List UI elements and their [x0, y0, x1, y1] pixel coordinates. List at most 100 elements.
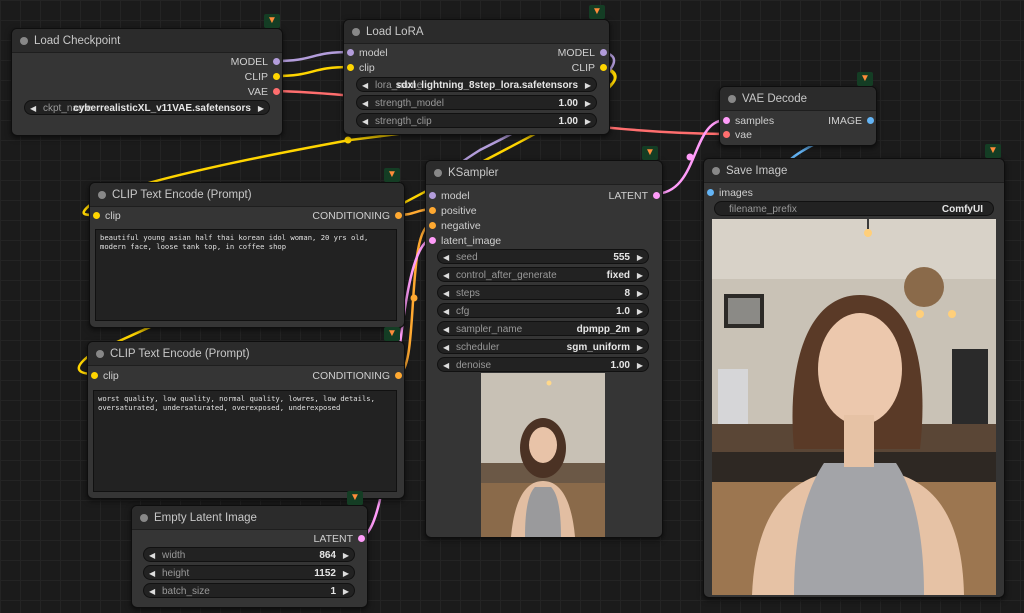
input-clip[interactable]: clip: [93, 209, 121, 223]
arrow-right-icon[interactable]: ▶: [343, 566, 349, 581]
arrow-left-icon[interactable]: ◀: [443, 322, 449, 337]
socket-dot-icon[interactable]: [707, 189, 714, 196]
arrow-right-icon[interactable]: ▶: [637, 286, 643, 301]
prompt-textarea[interactable]: worst quality, low quality, normal quali…: [93, 390, 397, 492]
lora-name-widget[interactable]: ◀ lora_name sdxl_lightning_8step_lora.safe…: [356, 77, 597, 92]
node-title[interactable]: Empty Latent Image: [132, 506, 367, 530]
collapse-dot-icon[interactable]: [352, 28, 360, 36]
arrow-left-icon[interactable]: ◀: [443, 268, 449, 283]
arrow-right-icon[interactable]: ▶: [585, 114, 591, 129]
sampler-name-widget[interactable]: ◀ sampler_name dpmpp_2m ▶: [437, 321, 649, 336]
arrow-left-icon[interactable]: ◀: [30, 101, 36, 116]
socket-dot-icon[interactable]: [395, 212, 402, 219]
arrow-left-icon[interactable]: ◀: [443, 286, 449, 301]
node-title[interactable]: Save Image: [704, 159, 1004, 183]
batch-size-widget[interactable]: ◀ batch_size 1 ▶: [143, 583, 355, 598]
output-vae[interactable]: VAE: [248, 85, 280, 99]
arrow-right-icon[interactable]: ▶: [637, 358, 643, 373]
arrow-right-icon[interactable]: ▶: [343, 584, 349, 599]
node-title[interactable]: CLIP Text Encode (Prompt): [88, 342, 404, 366]
arrow-left-icon[interactable]: ◀: [362, 78, 368, 93]
input-model[interactable]: model: [429, 189, 470, 203]
seed-widget[interactable]: ◀ seed 555 ▶: [437, 249, 649, 264]
socket-dot-icon[interactable]: [429, 192, 436, 199]
output-clip[interactable]: CLIP: [572, 61, 607, 75]
socket-dot-icon[interactable]: [347, 64, 354, 71]
arrow-left-icon[interactable]: ◀: [443, 250, 449, 265]
node-title[interactable]: CLIP Text Encode (Prompt): [90, 183, 404, 207]
node-title[interactable]: Load LoRA: [344, 20, 609, 44]
node-title[interactable]: KSampler: [426, 161, 662, 185]
input-positive[interactable]: positive: [429, 204, 477, 218]
arrow-right-icon[interactable]: ▶: [637, 340, 643, 355]
socket-dot-icon[interactable]: [429, 222, 436, 229]
prompt-textarea[interactable]: beautiful young asian half thai korean i…: [95, 229, 397, 321]
node-empty-latent-image[interactable]: Empty Latent Image LATENT ◀ width 864 ▶ ◀ he…: [131, 505, 368, 608]
width-widget[interactable]: ◀ width 864 ▶: [143, 547, 355, 562]
collapse-dot-icon[interactable]: [20, 37, 28, 45]
arrow-left-icon[interactable]: ◀: [443, 304, 449, 319]
strength-clip-widget[interactable]: ◀ strength_clip 1.00 ▶: [356, 113, 597, 128]
input-images[interactable]: images: [707, 186, 753, 200]
input-latent-image[interactable]: latent_image: [429, 234, 501, 248]
socket-dot-icon[interactable]: [273, 88, 280, 95]
node-load-lora[interactable]: Load LoRA model clip MODEL CLIP ◀ lora_na…: [343, 19, 610, 135]
denoise-widget[interactable]: ◀ denoise 1.00 ▶: [437, 357, 649, 372]
collapse-dot-icon[interactable]: [98, 191, 106, 199]
control-after-generate-widget[interactable]: ◀ control_after_generate fixed ▶: [437, 267, 649, 282]
arrow-left-icon[interactable]: ◀: [149, 566, 155, 581]
arrow-left-icon[interactable]: ◀: [362, 96, 368, 111]
input-model[interactable]: model: [347, 46, 388, 60]
strength-model-widget[interactable]: ◀ strength_model 1.00 ▶: [356, 95, 597, 110]
collapse-dot-icon[interactable]: [728, 95, 736, 103]
input-negative[interactable]: negative: [429, 219, 481, 233]
socket-dot-icon[interactable]: [653, 192, 660, 199]
arrow-right-icon[interactable]: ▶: [343, 548, 349, 563]
output-model[interactable]: MODEL: [558, 46, 607, 60]
collapse-dot-icon[interactable]: [434, 169, 442, 177]
socket-dot-icon[interactable]: [723, 131, 730, 138]
node-title[interactable]: VAE Decode: [720, 87, 876, 111]
ckpt-name-widget[interactable]: ◀ ckpt_name cyberrealisticXL_v11VAE.safete…: [24, 100, 270, 115]
arrow-right-icon[interactable]: ▶: [637, 322, 643, 337]
node-load-checkpoint[interactable]: Load Checkpoint MODEL CLIP VAE ◀ ckpt_nam…: [11, 28, 283, 136]
socket-dot-icon[interactable]: [429, 237, 436, 244]
output-latent[interactable]: LATENT: [609, 189, 660, 203]
socket-dot-icon[interactable]: [273, 73, 280, 80]
socket-dot-icon[interactable]: [429, 207, 436, 214]
socket-dot-icon[interactable]: [723, 117, 730, 124]
input-vae[interactable]: vae: [723, 128, 752, 142]
arrow-left-icon[interactable]: ◀: [443, 358, 449, 373]
collapse-dot-icon[interactable]: [96, 350, 104, 358]
steps-widget[interactable]: ◀ steps 8 ▶: [437, 285, 649, 300]
input-clip[interactable]: clip: [347, 61, 375, 75]
filename-prefix-widget[interactable]: filename_prefix ComfyUI: [714, 201, 994, 216]
node-clip-text-encode-positive[interactable]: CLIP Text Encode (Prompt) clip CONDITION…: [89, 182, 405, 328]
arrow-right-icon[interactable]: ▶: [585, 96, 591, 111]
cfg-widget[interactable]: ◀ cfg 1.0 ▶: [437, 303, 649, 318]
collapse-dot-icon[interactable]: [712, 167, 720, 175]
socket-dot-icon[interactable]: [600, 49, 607, 56]
socket-dot-icon[interactable]: [93, 212, 100, 219]
node-clip-text-encode-negative[interactable]: CLIP Text Encode (Prompt) clip CONDITION…: [87, 341, 405, 499]
node-ksampler[interactable]: KSampler model positive negative latent_…: [425, 160, 663, 538]
output-conditioning[interactable]: CONDITIONING: [312, 369, 402, 383]
node-save-image[interactable]: Save Image images filename_prefix ComfyUI: [703, 158, 1005, 598]
arrow-right-icon[interactable]: ▶: [637, 250, 643, 265]
height-widget[interactable]: ◀ height 1152 ▶: [143, 565, 355, 580]
node-title[interactable]: Load Checkpoint: [12, 29, 282, 53]
output-model[interactable]: MODEL: [231, 55, 280, 69]
arrow-right-icon[interactable]: ▶: [258, 101, 264, 116]
collapse-dot-icon[interactable]: [140, 514, 148, 522]
node-vae-decode[interactable]: VAE Decode samples vae IMAGE: [719, 86, 877, 146]
arrow-left-icon[interactable]: ◀: [362, 114, 368, 129]
socket-dot-icon[interactable]: [347, 49, 354, 56]
input-clip[interactable]: clip: [91, 369, 119, 383]
socket-dot-icon[interactable]: [395, 372, 402, 379]
output-latent[interactable]: LATENT: [314, 532, 365, 546]
arrow-right-icon[interactable]: ▶: [637, 304, 643, 319]
output-clip[interactable]: CLIP: [245, 70, 280, 84]
socket-dot-icon[interactable]: [867, 117, 874, 124]
socket-dot-icon[interactable]: [273, 58, 280, 65]
arrow-left-icon[interactable]: ◀: [443, 340, 449, 355]
